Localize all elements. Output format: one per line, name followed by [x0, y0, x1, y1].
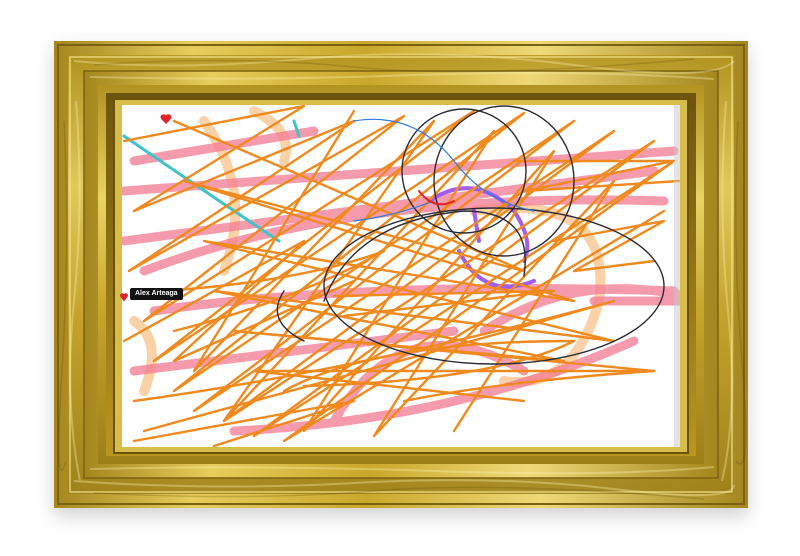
- collaborator-name: Alex Arteaga: [130, 288, 183, 300]
- framed-artwork[interactable]: [54, 41, 748, 508]
- collaborator-cursor: Alex Arteaga: [120, 287, 183, 302]
- heart-icon[interactable]: [160, 112, 172, 124]
- picture-frame: [54, 41, 748, 508]
- drawing-scene: Alex Arteaga: [0, 0, 800, 556]
- heart-icon: [120, 289, 128, 302]
